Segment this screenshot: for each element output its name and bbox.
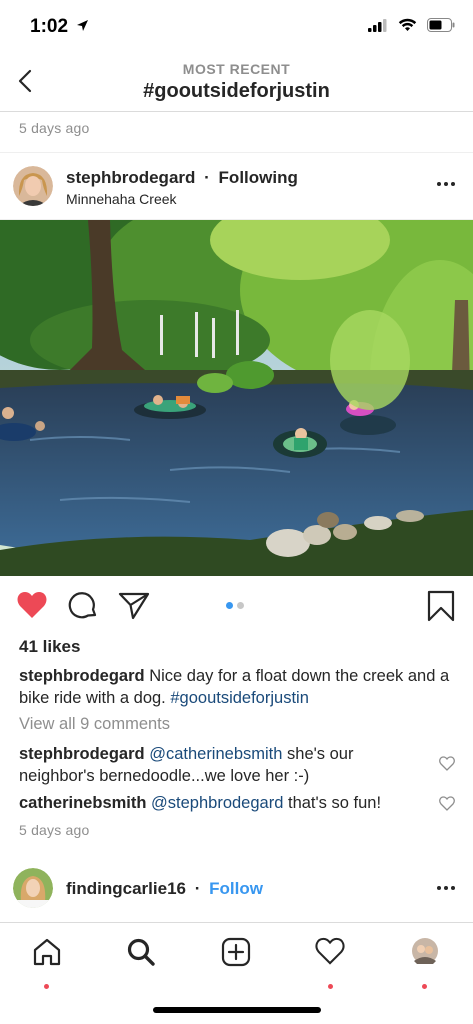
next-post-author-line: findingcarlie16 · Follow	[66, 879, 263, 899]
heart-filled-icon	[17, 592, 47, 618]
carousel-dot-active	[226, 602, 233, 609]
separator-dot: ·	[204, 168, 210, 187]
heart-outline-icon	[439, 756, 455, 771]
post-timestamp: 5 days ago	[19, 822, 90, 838]
comment-row: catherinebsmith @stephbrodegard that's s…	[19, 792, 429, 814]
carousel-dot	[237, 602, 244, 609]
battery-icon	[427, 18, 455, 37]
paper-plane-icon	[118, 592, 150, 620]
following-button[interactable]: Following	[219, 168, 298, 187]
next-post-header: findingcarlie16 · Follow	[0, 864, 473, 920]
tab-search[interactable]	[121, 937, 161, 977]
post-photo[interactable]	[0, 220, 473, 576]
status-time: 1:02	[30, 16, 69, 37]
header-subtitle: MOST RECENT	[182, 61, 291, 77]
carousel-indicator	[226, 602, 244, 609]
profile-avatar-icon	[412, 938, 438, 964]
wifi-icon	[398, 18, 417, 37]
heart-outline-icon	[439, 796, 455, 811]
likes-count[interactable]: 41 likes	[19, 637, 80, 657]
next-post-username[interactable]: findingcarlie16	[66, 879, 186, 898]
bookmark-icon	[427, 590, 455, 622]
more-options-icon[interactable]	[437, 182, 455, 186]
view-all-comments-link[interactable]: View all 9 comments	[19, 715, 170, 734]
home-icon	[33, 938, 61, 966]
comment-text: that's so fun!	[287, 794, 382, 812]
search-icon	[127, 938, 155, 966]
comment-button[interactable]	[68, 590, 98, 625]
post-actions	[0, 588, 473, 628]
notification-dot	[44, 984, 49, 989]
more-options-icon[interactable]	[437, 886, 455, 890]
add-post-icon	[221, 937, 251, 967]
status-bar: 1:02	[0, 0, 473, 56]
post-header: stephbrodegard · Following Minnehaha Cre…	[0, 156, 473, 218]
post-caption: stephbrodegard Nice day for a float down…	[19, 665, 459, 709]
divider	[0, 152, 473, 153]
tab-profile[interactable]	[405, 937, 445, 989]
post-author-line: stephbrodegard · Following	[66, 168, 298, 188]
separator-dot: ·	[194, 879, 201, 898]
activity-heart-icon	[315, 937, 345, 965]
comment-row: stephbrodegard @catherinebsmith she's ou…	[19, 743, 429, 787]
tab-activity[interactable]	[310, 937, 350, 989]
avatar[interactable]	[13, 868, 53, 908]
comment-like-button[interactable]	[439, 796, 455, 816]
save-button[interactable]	[427, 590, 455, 627]
comment-icon	[68, 592, 97, 619]
follow-button[interactable]: Follow	[209, 879, 263, 898]
comment-username[interactable]: catherinebsmith	[19, 794, 146, 812]
share-button[interactable]	[118, 590, 150, 625]
notification-dot	[422, 984, 427, 989]
page-header: MOST RECENT #gooutsideforjustin	[0, 56, 473, 112]
comment-like-button[interactable]	[439, 756, 455, 776]
post-username[interactable]: stephbrodegard	[66, 168, 195, 187]
caption-username[interactable]: stephbrodegard	[19, 667, 145, 685]
tab-add-post[interactable]	[216, 937, 256, 977]
tab-home[interactable]	[27, 937, 67, 989]
location-arrow-icon	[76, 19, 89, 37]
post-location[interactable]: Minnehaha Creek	[66, 191, 177, 207]
cellular-signal-icon	[368, 18, 388, 37]
avatar[interactable]	[13, 166, 53, 206]
comment-username[interactable]: stephbrodegard	[19, 745, 145, 763]
caption-hashtag[interactable]: #gooutsideforjustin	[170, 689, 309, 707]
notification-dot	[328, 984, 333, 989]
previous-post-timestamp: 5 days ago	[19, 120, 90, 136]
comment-mention[interactable]: @stephbrodegard	[151, 794, 283, 812]
status-indicators	[368, 18, 455, 37]
home-indicator	[153, 1007, 321, 1013]
page-title: #gooutsideforjustin	[143, 80, 330, 102]
like-button[interactable]	[16, 590, 48, 625]
comment-mention[interactable]: @catherinebsmith	[149, 745, 282, 763]
